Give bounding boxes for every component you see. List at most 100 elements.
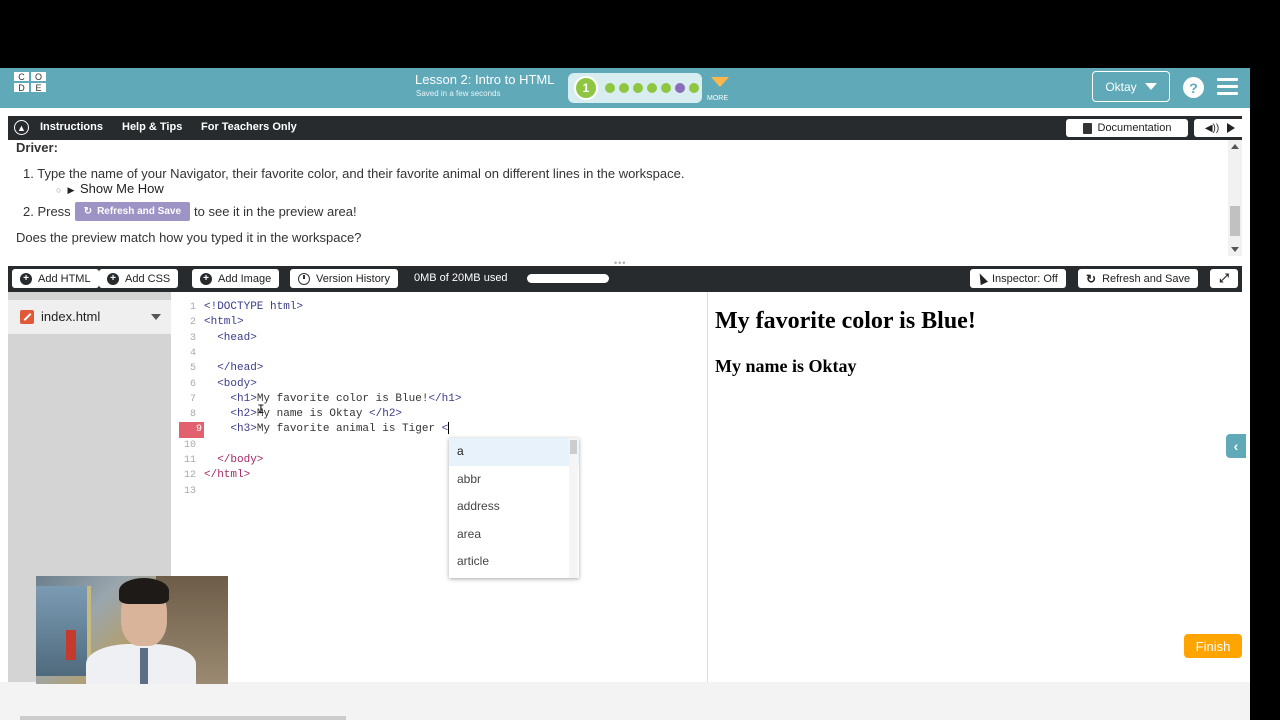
workspace-toolbar: + Add HTML + Add CSS + Add Image Version… — [8, 266, 1242, 292]
line-number: 6 — [189, 378, 196, 390]
code-line: </html> — [204, 469, 251, 482]
line-number: 7 — [189, 393, 196, 405]
tab-instructions[interactable]: Instructions — [40, 121, 103, 133]
save-status: Saved in a few seconds — [416, 89, 501, 98]
autocomplete-scrollbar[interactable] — [569, 438, 578, 578]
expand-button[interactable]: ⤢ — [1210, 269, 1238, 288]
screen: C O D E Lesson 2: Intro to HTML Saved in… — [0, 0, 1280, 720]
inline-refresh-button: ↻ Refresh and Save — [74, 202, 191, 221]
tab-for-teachers[interactable]: For Teachers Only — [201, 121, 297, 133]
chevron-down-icon[interactable] — [151, 314, 161, 320]
progress-dot[interactable] — [689, 83, 699, 93]
inspector-label: Inspector: Off — [992, 272, 1058, 285]
storage-usage-bar — [527, 274, 609, 283]
version-history-button[interactable]: Version History — [290, 269, 398, 288]
code-line: <h2>My name is Oktay </h2> — [204, 408, 403, 421]
line-number: 1 — [189, 302, 196, 313]
code-line-active: <h3>My favorite animal is Tiger < — [204, 422, 450, 436]
hamburger-icon[interactable] — [1217, 78, 1238, 96]
version-history-label: Version History — [316, 272, 390, 285]
instruction-step-1: 1. Type the name of your Navigator, thei… — [23, 166, 685, 181]
code-line: <h1>My favorite color is Blue!</h1> — [204, 392, 462, 405]
lesson-progress: 1 — [568, 73, 702, 103]
user-menu-button[interactable]: Oktay — [1092, 71, 1170, 102]
line-number: 4 — [189, 347, 196, 359]
refresh-save-button[interactable]: ↻ Refresh and Save — [1078, 269, 1199, 288]
progress-dot[interactable] — [661, 83, 671, 93]
add-css-button[interactable]: + Add CSS — [99, 269, 179, 288]
preview-heading-1: My favorite color is Blue! — [715, 308, 976, 334]
autocomplete-item[interactable]: abbr — [449, 466, 579, 494]
refresh-save-label: Refresh and Save — [1102, 272, 1191, 285]
webcam-overlay — [36, 576, 228, 684]
line-number: 11 — [183, 455, 196, 466]
plus-icon: + — [200, 272, 212, 285]
code-line: </head> — [204, 362, 264, 375]
plus-icon: + — [20, 272, 32, 285]
code-line: </body> — [204, 454, 264, 466]
progress-dot[interactable] — [633, 83, 643, 93]
autocomplete-dropdown[interactable]: a abbr address area article — [449, 438, 579, 578]
help-icon[interactable]: ? — [1183, 77, 1204, 98]
progress-dot[interactable] — [647, 83, 657, 93]
scroll-up-icon[interactable] — [1231, 144, 1239, 149]
line-number: 10 — [183, 439, 196, 451]
code-line: <body> — [204, 377, 257, 390]
autocomplete-item[interactable]: area — [449, 521, 579, 549]
show-me-how-toggle[interactable]: ○ ▶ Show Me How — [56, 181, 164, 196]
audio-controls[interactable]: ◀)) — [1194, 119, 1246, 137]
logo-letter-e: E — [35, 82, 42, 93]
expand-icon: ⤢ — [1219, 271, 1229, 285]
chevron-up-icon[interactable]: ▲ — [14, 120, 29, 135]
progress-current-level[interactable]: 1 — [574, 76, 598, 100]
line-number: 2 — [189, 317, 196, 329]
autocomplete-item[interactable]: article — [449, 548, 579, 576]
line-number: 8 — [189, 409, 196, 421]
clock-icon — [298, 272, 310, 285]
logo-letter-o: O — [34, 71, 42, 82]
logo-letter-c: C — [18, 71, 25, 82]
footer-bar — [0, 682, 1250, 720]
preview-pane: My favorite color is Blue! My name is Ok… — [707, 292, 1247, 682]
storage-usage-label: 0MB of 20MB used — [414, 272, 508, 284]
scroll-down-icon[interactable] — [1231, 247, 1239, 252]
file-icon — [20, 310, 34, 324]
instructions-scrollbar[interactable] — [1228, 140, 1242, 256]
autocomplete-item[interactable]: address — [449, 493, 579, 521]
more-arrow-icon[interactable] — [711, 77, 729, 87]
video-progress-strip — [20, 716, 346, 720]
line-number: 12 — [183, 470, 196, 482]
progress-dot[interactable] — [675, 83, 685, 93]
instructions-panel: Driver: 1. Type the name of your Navigat… — [8, 140, 1236, 256]
code-editor[interactable]: 1 2 3 4 5 6 7 8 9 10 11 12 13 <!DOCTYPE … — [171, 292, 707, 682]
refresh-icon: ↻ — [1086, 271, 1097, 286]
preview-heading-2: My name is Oktay — [715, 356, 857, 376]
progress-dot[interactable] — [619, 83, 629, 93]
instruction-question: Does the preview match how you typed it … — [16, 230, 362, 245]
scrollbar-thumb[interactable] — [1230, 206, 1240, 236]
add-image-button[interactable]: + Add Image — [192, 269, 280, 288]
play-icon[interactable] — [1227, 123, 1236, 133]
code-line: <head> — [204, 331, 257, 344]
show-me-how-label: Show Me How — [79, 181, 164, 196]
progress-dot[interactable] — [605, 83, 615, 93]
speaker-icon[interactable]: ◀)) — [1205, 123, 1219, 134]
file-tab-index[interactable]: index.html — [8, 300, 171, 334]
tab-help-tips[interactable]: Help & Tips — [122, 121, 182, 133]
line-number-active: 9 — [179, 422, 204, 438]
add-image-label: Add Image — [218, 272, 272, 285]
inspector-toggle[interactable]: Inspector: Off — [970, 269, 1066, 288]
autocomplete-item[interactable]: a — [449, 438, 579, 466]
logo-letter-d: D — [18, 82, 25, 93]
more-label[interactable]: MORE — [707, 95, 728, 102]
code-logo[interactable]: C O D E — [13, 71, 47, 105]
finish-button[interactable]: Finish — [1184, 634, 1242, 658]
cursor-icon — [976, 271, 988, 286]
documentation-button[interactable]: Documentation — [1066, 119, 1188, 137]
add-html-button[interactable]: + Add HTML — [12, 269, 99, 288]
chevron-down-icon — [1144, 83, 1157, 90]
chevron-left-icon[interactable]: ‹ — [1226, 434, 1246, 458]
step2-prefix: 2. Press — [23, 204, 71, 219]
header-bar: C O D E Lesson 2: Intro to HTML Saved in… — [0, 68, 1250, 108]
add-css-label: Add CSS — [125, 272, 171, 285]
